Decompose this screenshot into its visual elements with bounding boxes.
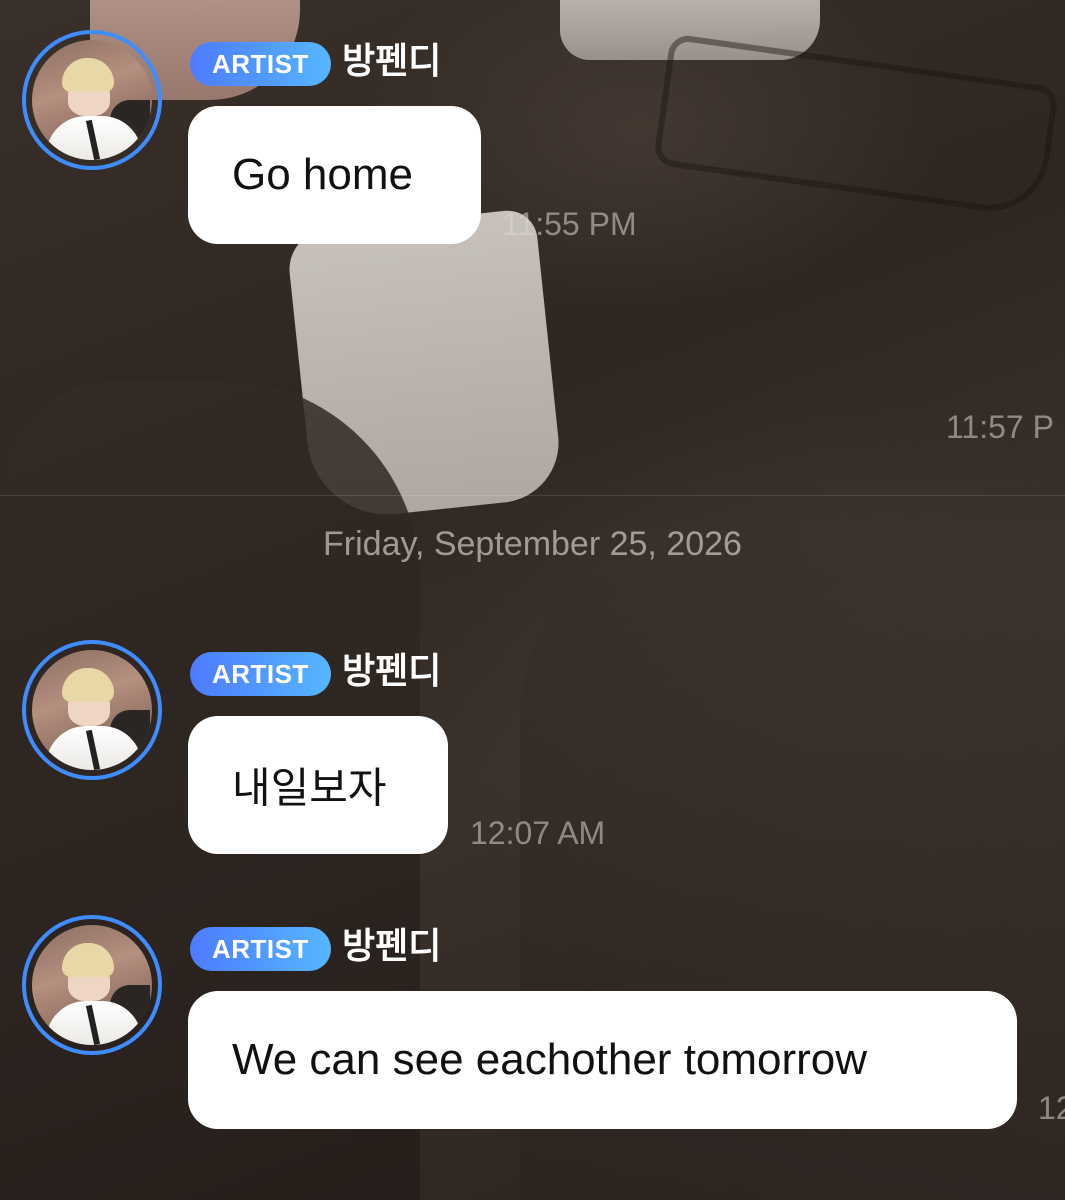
message-bubble[interactable]: We can see eachother tomorrow (188, 991, 1017, 1129)
sender-name: 방펜디 (342, 41, 442, 82)
background-jacket-lapel (652, 33, 1060, 219)
day-divider-line (0, 495, 1065, 496)
date-separator: Friday, September 25, 2026 (323, 525, 742, 563)
artist-avatar[interactable] (22, 915, 162, 1055)
artist-badge: ARTIST (190, 42, 331, 86)
message-text: We can see eachother tomorrow (232, 1035, 868, 1084)
message-bubble[interactable]: Go home (188, 106, 481, 244)
avatar-photo-icon (32, 925, 152, 1045)
message-text: 내일보자 (232, 763, 387, 813)
artist-badge: ARTIST (190, 652, 331, 696)
sender-name: 방펜디 (342, 926, 442, 967)
message-bubble[interactable]: 내일보자 (188, 716, 448, 854)
avatar-photo-icon (32, 40, 152, 160)
artist-badge: ARTIST (190, 927, 331, 971)
artist-avatar[interactable] (22, 30, 162, 170)
message-timestamp: 12 (1038, 1090, 1065, 1126)
message-timestamp: 11:55 PM (502, 206, 637, 242)
message-text: Go home (232, 150, 413, 199)
artist-avatar[interactable] (22, 640, 162, 780)
message-timestamp: 12:07 AM (470, 815, 606, 851)
sender-name: 방펜디 (342, 651, 442, 692)
avatar-photo-icon (32, 650, 152, 770)
outgoing-message-timestamp: 11:57 P (946, 409, 1054, 445)
